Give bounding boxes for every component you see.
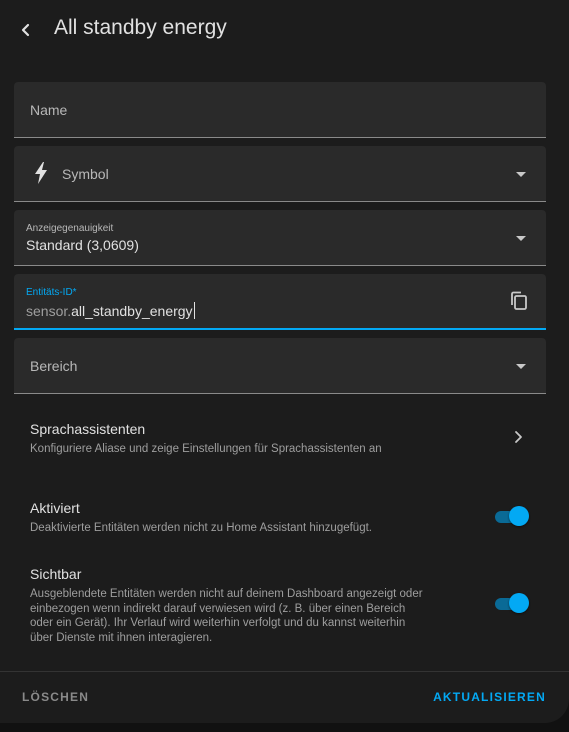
entity-id-input[interactable]: sensor.all_standby_energy	[26, 302, 195, 319]
visible-subtitle-line: einbezogen wenn indirekt darauf verwiese…	[30, 602, 406, 615]
voice-assistants-row[interactable]: Sprachassistenten Konfiguriere Aliase un…	[0, 408, 569, 466]
entity-id-prefix: sensor.	[26, 303, 72, 319]
name-field-label: Name	[30, 102, 68, 118]
toggle-thumb	[509, 593, 529, 613]
entity-id-field[interactable]: Entitäts-ID* sensor.all_standby_energy	[14, 274, 546, 330]
update-button[interactable]: AKTUALISIEREN	[433, 690, 546, 704]
text-cursor	[193, 302, 195, 319]
chevron-down-icon[interactable]	[516, 172, 526, 177]
area-label: Bereich	[30, 358, 78, 374]
enabled-subtitle: Deaktivierte Entitäten werden nicht zu H…	[30, 522, 372, 534]
voice-assistants-title: Sprachassistenten	[30, 421, 146, 437]
dialog-header: All standby energy	[0, 0, 569, 60]
visible-subtitle: Ausgeblendete Entitäten werden nicht auf…	[30, 587, 490, 645]
lightning-bolt-icon	[35, 162, 47, 184]
entity-id-label: Entitäts-ID*	[26, 287, 77, 298]
symbol-field-label: Symbol	[62, 166, 109, 182]
area-select[interactable]: Bereich	[14, 338, 546, 394]
name-field[interactable]: Name	[14, 82, 546, 138]
chevron-left-icon	[21, 23, 30, 37]
footer-divider	[0, 671, 569, 672]
display-precision-label: Anzeigegenauigkeit	[26, 223, 114, 234]
visible-subtitle-line: Ausgeblendete Entitäten werden nicht auf…	[30, 588, 423, 600]
dialog-title: All standby energy	[54, 16, 227, 39]
delete-button[interactable]: LÖSCHEN	[22, 690, 89, 704]
entity-settings-dialog: All standby energy Name Symbol Anzeigege…	[0, 0, 569, 723]
enabled-toggle[interactable]	[493, 505, 531, 527]
enabled-title: Aktiviert	[30, 500, 80, 516]
visible-title: Sichtbar	[30, 566, 82, 582]
voice-assistants-subtitle: Konfiguriere Aliase und zeige Einstellun…	[30, 443, 382, 455]
visible-subtitle-line: oder ein Gerät). Ihr Verlauf wird weiter…	[30, 617, 406, 629]
display-precision-value: Standard (3,0609)	[26, 237, 139, 253]
chevron-right-icon	[515, 431, 522, 443]
toggle-thumb	[509, 506, 529, 526]
enabled-row: Aktiviert Deaktivierte Entitäten werden …	[0, 488, 569, 548]
copy-icon[interactable]	[510, 291, 528, 311]
entity-id-value: all_standby_energy	[71, 303, 193, 319]
visible-subtitle-line: über Dienste mit ihnen interagieren.	[30, 631, 213, 644]
display-precision-select[interactable]: Anzeigegenauigkeit Standard (3,0609)	[14, 210, 546, 266]
chevron-down-icon[interactable]	[516, 236, 526, 241]
back-button[interactable]	[8, 12, 44, 48]
visible-row: Sichtbar Ausgeblendete Entitäten werden …	[0, 556, 569, 656]
symbol-field[interactable]: Symbol	[14, 146, 546, 202]
chevron-down-icon[interactable]	[516, 364, 526, 369]
visible-toggle[interactable]	[493, 592, 531, 614]
